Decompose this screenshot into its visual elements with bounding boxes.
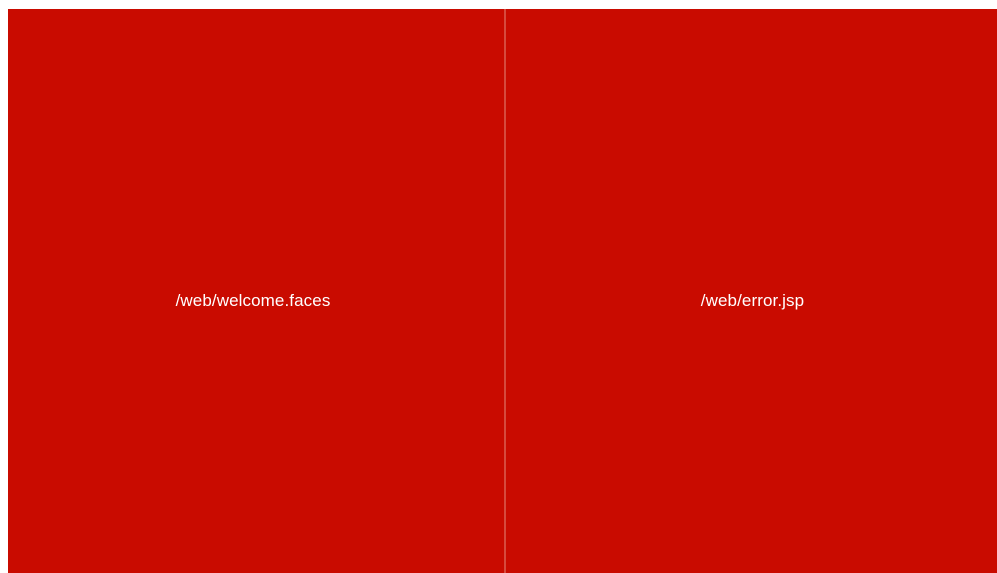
error-page-label: /web/error.jsp: [700, 291, 805, 310]
welcome-page-label: /web/welcome.faces: [175, 291, 331, 310]
page-canvas: /web/welcome.faces /web/error.jsp: [0, 0, 997, 573]
error-page-panel[interactable]: /web/error.jsp: [506, 9, 997, 573]
welcome-page-panel[interactable]: /web/welcome.faces: [8, 9, 504, 573]
